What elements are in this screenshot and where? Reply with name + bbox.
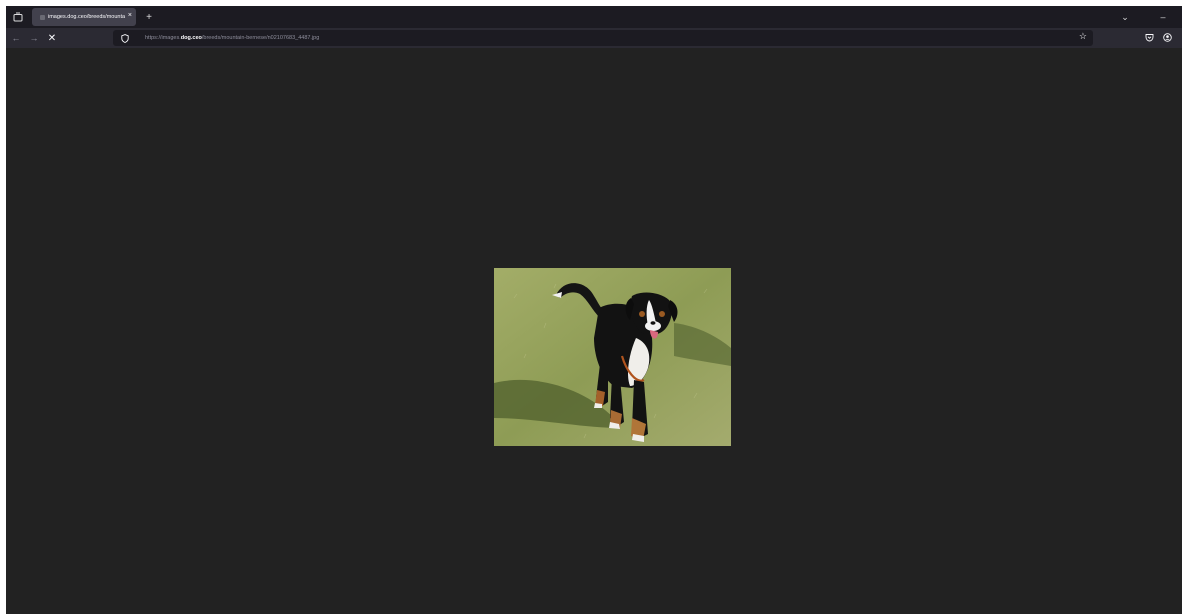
tab-overview-icon[interactable] xyxy=(8,7,28,27)
favicon-icon xyxy=(40,14,45,20)
forward-button[interactable]: → xyxy=(26,30,42,46)
browser-window: images.dog.ceo/breeds/mounta × + ⌄ – ← →… xyxy=(6,6,1182,614)
tab-active[interactable]: images.dog.ceo/breeds/mounta × xyxy=(32,8,136,26)
image-viewer xyxy=(6,48,1182,614)
tab-close-button[interactable]: × xyxy=(128,12,132,19)
stop-button[interactable]: ✕ xyxy=(44,30,60,46)
new-tab-button[interactable]: + xyxy=(142,12,156,23)
back-button[interactable]: ← xyxy=(8,30,24,46)
url-domain: dog.ceo xyxy=(180,35,202,41)
url-path: /breeds/mountain-bernese/n02107683_4487.… xyxy=(201,35,320,41)
window-controls: ⌄ – xyxy=(1106,6,1182,28)
shield-icon[interactable] xyxy=(117,33,133,43)
navigation-toolbar: ← → ✕ https://images.dog.ceo/breeds/moun… xyxy=(6,28,1182,48)
tab-title: images.dog.ceo/breeds/mounta xyxy=(48,14,126,20)
bookmark-star-icon[interactable]: ☆ xyxy=(1079,31,1087,42)
pocket-icon[interactable] xyxy=(1140,33,1158,44)
minimize-button[interactable]: – xyxy=(1144,12,1182,22)
tab-strip: images.dog.ceo/breeds/mounta × + ⌄ – xyxy=(6,6,1182,28)
url-prefix: https://images. xyxy=(145,35,181,41)
list-all-tabs-button[interactable]: ⌄ xyxy=(1106,12,1144,23)
url-text[interactable]: https://images.dog.ceo/breeds/mountain-b… xyxy=(145,35,319,41)
dog-photo[interactable] xyxy=(494,268,731,446)
account-icon[interactable] xyxy=(1158,32,1176,44)
toolbar-right xyxy=(1140,28,1176,48)
url-bar[interactable]: https://images.dog.ceo/breeds/mountain-b… xyxy=(113,30,1093,46)
